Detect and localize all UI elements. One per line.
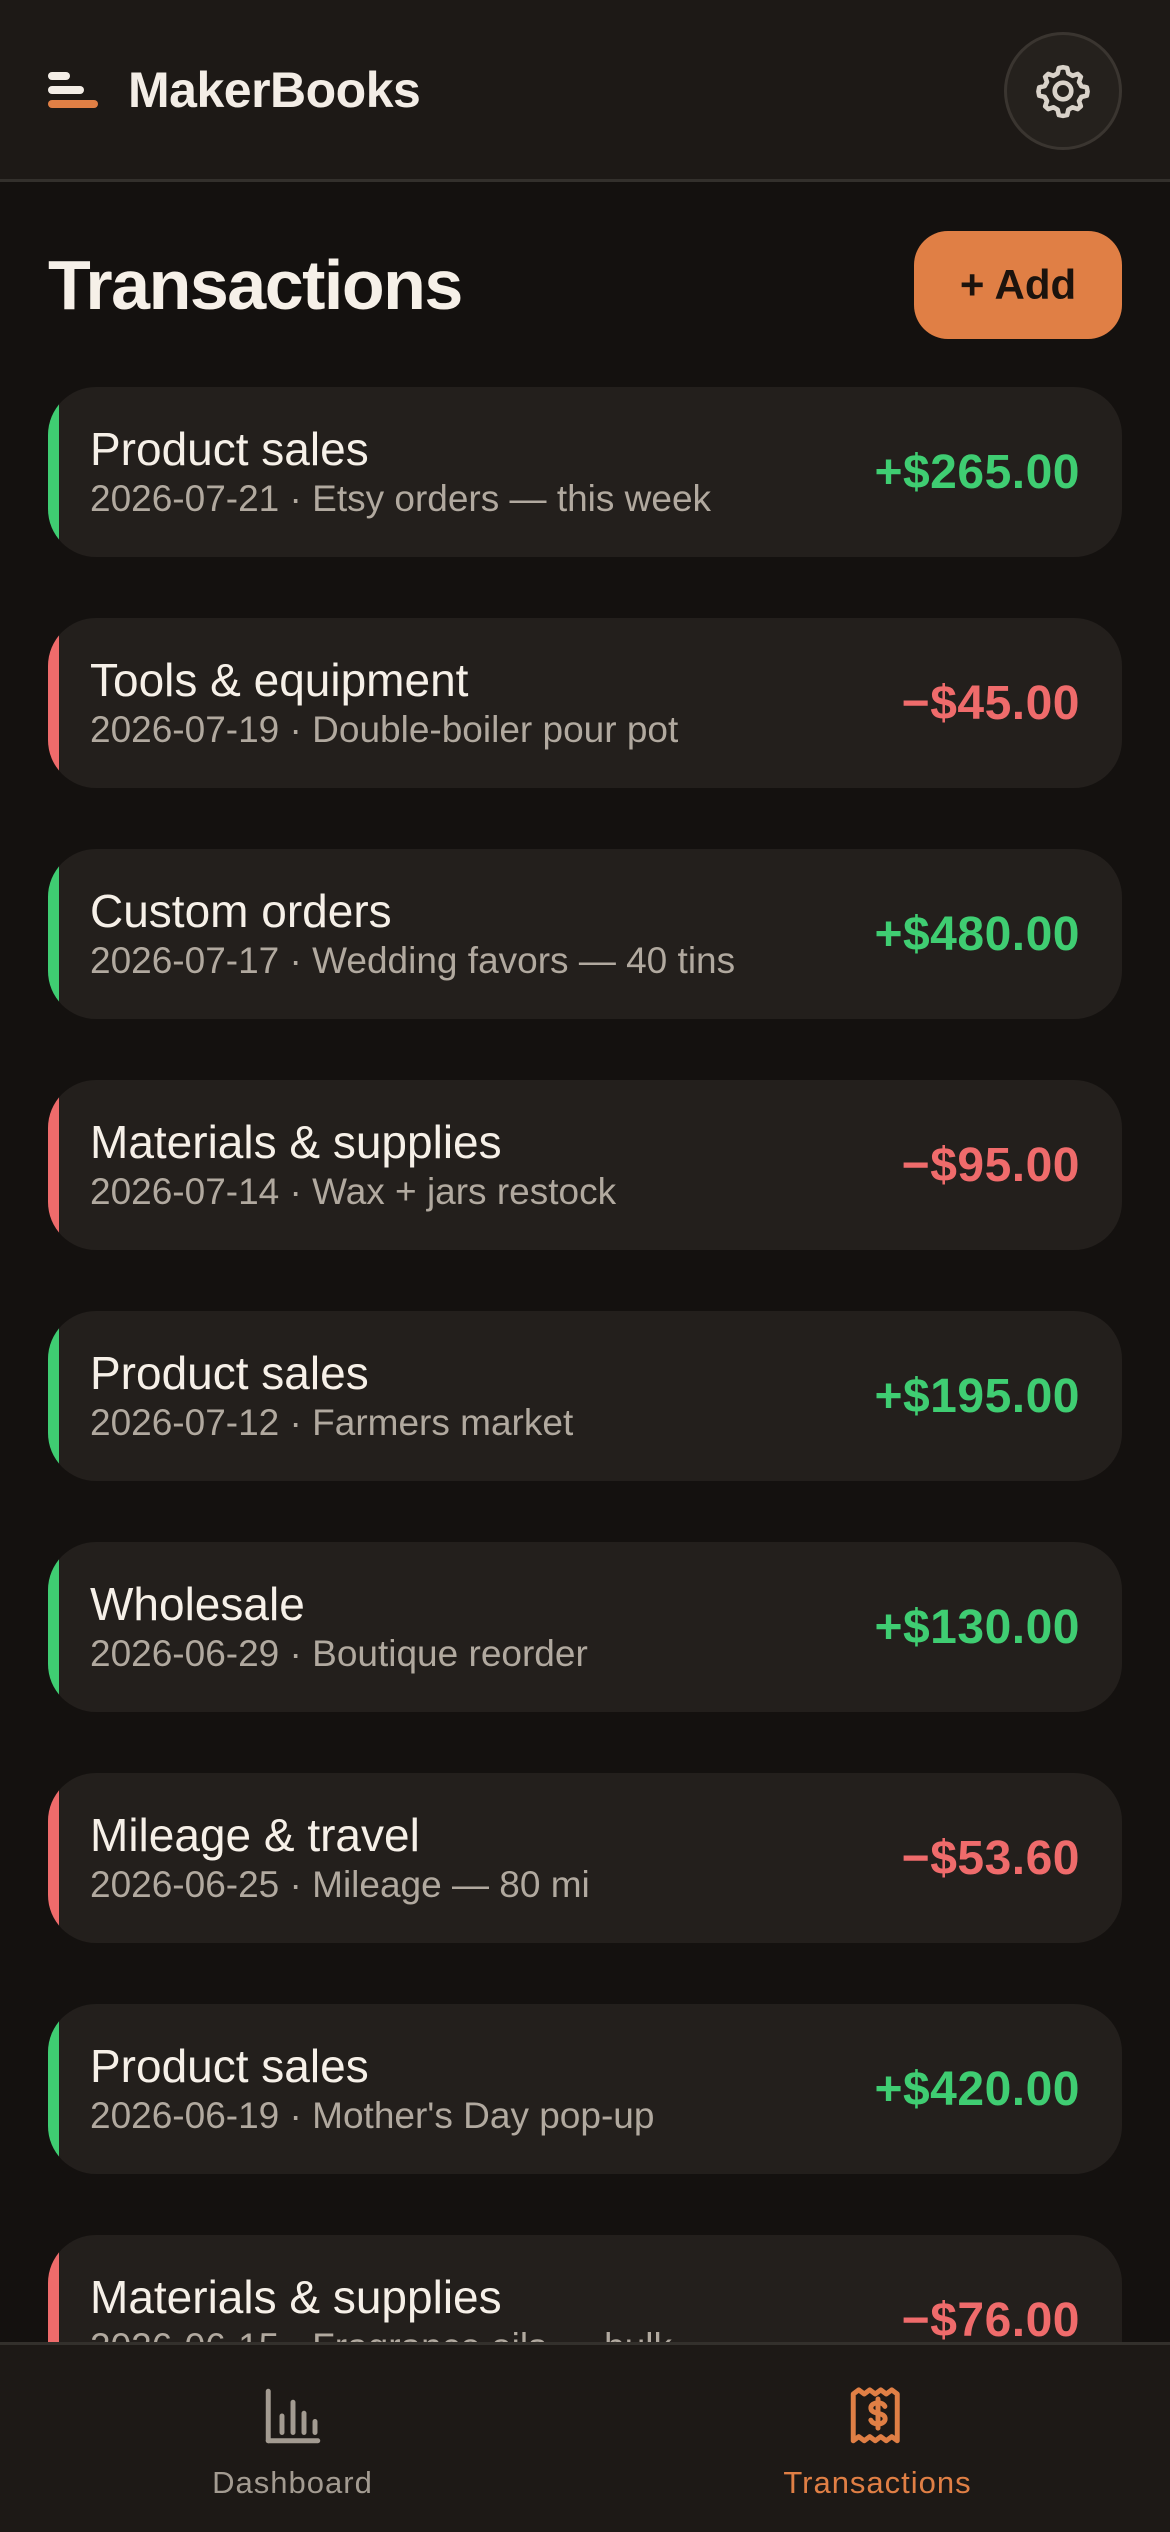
transaction-amount: +$195.00 xyxy=(874,1369,1080,1423)
transaction-row[interactable]: Mileage & travel 2026-06-25 · Mileage — 8… xyxy=(48,1773,1122,1943)
bottom-nav: Dashboard Transactions xyxy=(0,2342,1170,2532)
transaction-category: Custom orders xyxy=(90,885,392,937)
transaction-category: Product sales xyxy=(90,423,369,475)
title-row: Transactions + Add xyxy=(48,230,1122,340)
income-indicator-bar xyxy=(48,1542,59,1712)
transaction-details: Product sales 2026-06-19 · Mother's Day p… xyxy=(90,2039,654,2139)
transaction-details: Mileage & travel 2026-06-25 · Mileage — 8… xyxy=(90,1808,590,1908)
transaction-date-note: 2026-07-17 · Wedding favors — 40 tins xyxy=(90,940,736,981)
transaction-date-note: 2026-06-19 · Mother's Day pop-up xyxy=(90,2095,655,2136)
expense-indicator-bar xyxy=(48,2235,59,2342)
income-indicator-bar xyxy=(48,1311,59,1481)
nav-dashboard-label: Dashboard xyxy=(212,2465,373,2500)
nav-transactions[interactable]: Transactions xyxy=(585,2345,1170,2532)
expense-indicator-bar xyxy=(48,1773,59,1943)
income-indicator-bar xyxy=(48,2004,59,2174)
expense-indicator-bar xyxy=(48,1080,59,1250)
expense-indicator-bar xyxy=(48,618,59,788)
transaction-row[interactable]: Materials & supplies 2026-07-14 · Wax + j… xyxy=(48,1080,1122,1250)
bar-chart-icon xyxy=(265,2388,320,2444)
app-header: MakerBooks xyxy=(0,0,1170,182)
income-indicator-bar xyxy=(48,849,59,1019)
transaction-category: Product sales xyxy=(90,1347,369,1399)
transaction-amount: +$265.00 xyxy=(874,445,1080,499)
transaction-amount: +$420.00 xyxy=(874,2062,1080,2116)
transaction-category: Product sales xyxy=(90,2040,369,2092)
income-indicator-bar xyxy=(48,387,59,557)
transaction-amount: −$76.00 xyxy=(901,2293,1080,2343)
transaction-date-note: 2026-07-21 · Etsy orders — this week xyxy=(90,478,712,519)
transaction-date-note: 2026-06-25 · Mileage — 80 mi xyxy=(90,1864,590,1905)
transaction-details: Materials & supplies 2026-07-14 · Wax + j… xyxy=(90,1115,616,1215)
transaction-details: Tools & equipment 2026-07-19 · Double-boi… xyxy=(90,653,678,753)
transaction-date-note: 2026-07-12 · Farmers market xyxy=(90,1402,574,1443)
transaction-details: Materials & supplies2026-06-15 · Fragran… xyxy=(90,2270,672,2342)
transaction-row[interactable]: Custom orders 2026-07-17 · Wedding favors… xyxy=(48,849,1122,1019)
transaction-date-note: 2026-07-14 · Wax + jars restock xyxy=(90,1171,617,1212)
transaction-amount: −$53.60 xyxy=(901,1831,1080,1885)
transaction-details: Product sales 2026-07-21 · Etsy orders — … xyxy=(90,422,711,522)
transaction-date-note: 2026-07-19 · Double-boiler pour pot xyxy=(90,709,679,750)
transaction-details: Product sales 2026-07-12 · Farmers market xyxy=(90,1346,573,1446)
transaction-date-note: 2026-06-29 · Boutique reorder xyxy=(90,1633,588,1674)
transaction-amount: +$480.00 xyxy=(874,907,1080,961)
transaction-category: Mileage & travel xyxy=(90,1809,420,1861)
transaction-row[interactable]: Wholesale 2026-06-29 · Boutique reorder +$… xyxy=(48,1542,1122,1712)
transaction-details: Wholesale 2026-06-29 · Boutique reorder xyxy=(90,1577,588,1677)
transaction-amount: +$130.00 xyxy=(874,1600,1080,1654)
transaction-category: Materials & supplies xyxy=(90,1116,502,1168)
nav-dashboard[interactable]: Dashboard xyxy=(0,2345,585,2532)
transaction-amount: −$45.00 xyxy=(901,676,1080,730)
transaction-row[interactable]: Product sales 2026-07-21 · Etsy orders — … xyxy=(48,387,1122,557)
menu-icon[interactable] xyxy=(48,68,100,112)
nav-transactions-label: Transactions xyxy=(783,2465,972,2500)
transaction-date-note: 2026-06-15 · Fragrance oils — bulk xyxy=(90,2324,672,2342)
transaction-amount: −$95.00 xyxy=(901,1138,1080,1192)
page-title: Transactions xyxy=(48,246,463,324)
transaction-details: Custom orders 2026-07-17 · Wedding favors… xyxy=(90,884,735,984)
transaction-row[interactable]: Product sales 2026-07-12 · Farmers market… xyxy=(48,1311,1122,1481)
app-brand: MakerBooks xyxy=(128,61,421,118)
transaction-list[interactable]: Product sales 2026-07-21 · Etsy orders — … xyxy=(48,387,1122,2342)
settings-button[interactable] xyxy=(1004,32,1122,150)
transaction-category: Wholesale xyxy=(90,1578,305,1630)
transaction-category: Tools & equipment xyxy=(90,654,469,706)
transaction-category: Materials & supplies xyxy=(90,2271,502,2323)
transaction-row[interactable]: Materials & supplies2026-06-15 · Fragran… xyxy=(48,2235,1122,2342)
transaction-row[interactable]: Product sales 2026-06-19 · Mother's Day p… xyxy=(48,2004,1122,2174)
receipt-dollar-icon xyxy=(850,2387,900,2444)
add-transaction-button[interactable]: + Add xyxy=(914,231,1122,339)
transaction-row[interactable]: Tools & equipment 2026-07-19 · Double-boi… xyxy=(48,618,1122,788)
gear-icon xyxy=(1036,64,1090,119)
